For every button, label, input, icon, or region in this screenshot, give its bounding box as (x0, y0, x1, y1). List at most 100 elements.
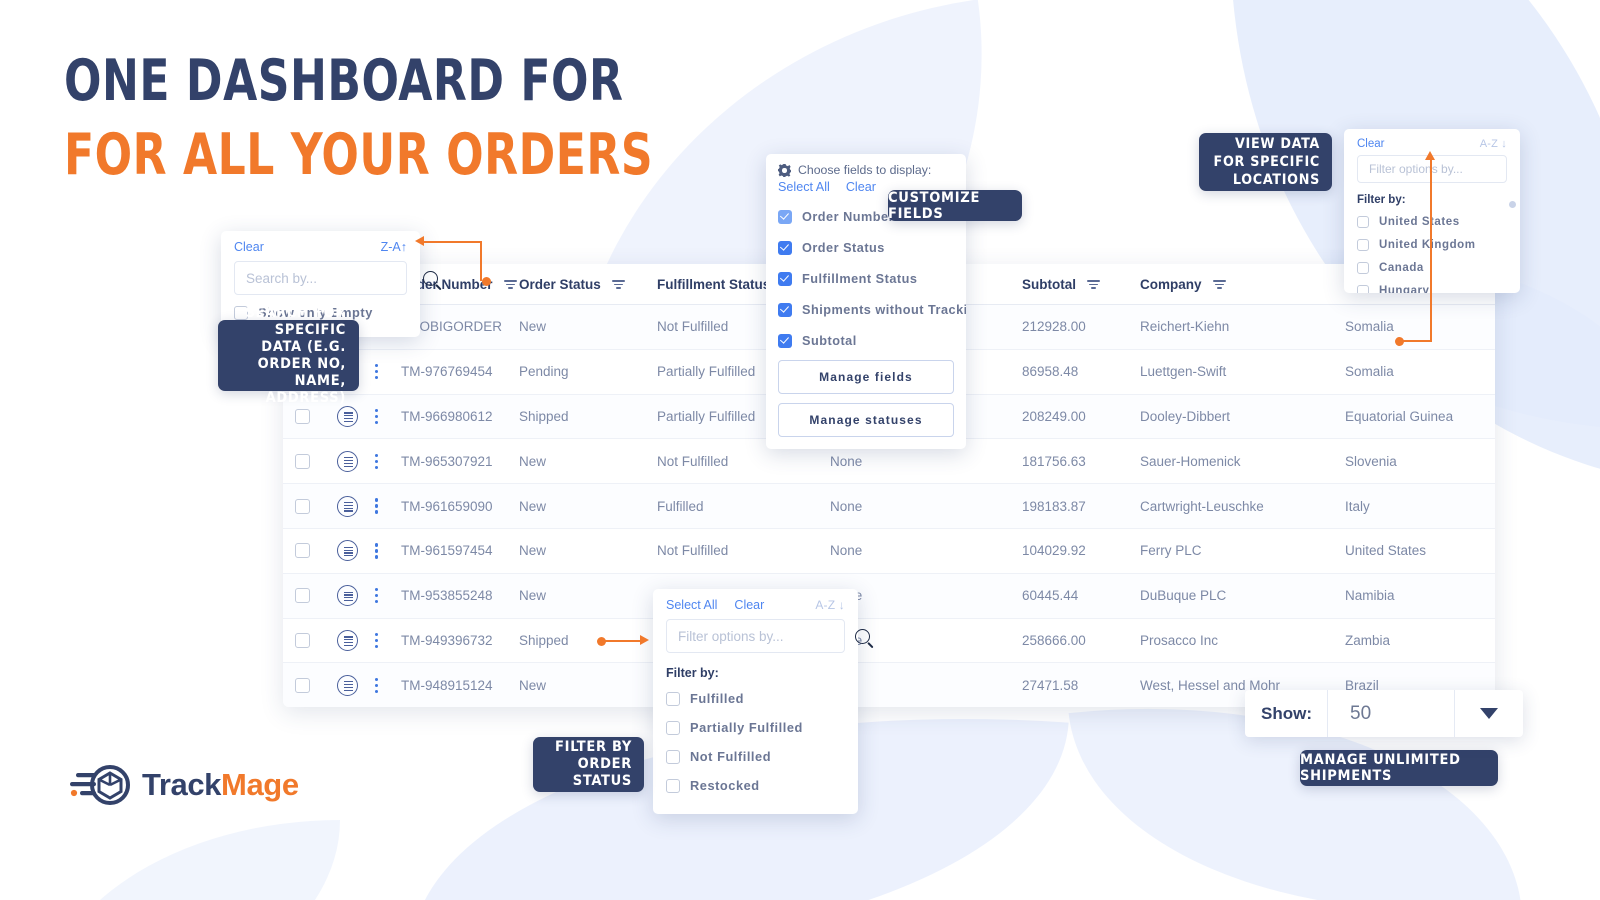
search-icon[interactable] (423, 270, 438, 286)
scrollbar-thumb[interactable] (1509, 201, 1516, 208)
field-checkbox[interactable] (778, 302, 792, 317)
more-options-icon[interactable] (375, 588, 379, 604)
row-document-cell[interactable] (337, 585, 375, 607)
clear-link[interactable]: Clear (734, 598, 764, 612)
row-document-cell[interactable] (337, 450, 375, 472)
filter-option[interactable]: United States (1344, 210, 1520, 233)
field-checkbox[interactable] (778, 240, 792, 255)
filter-option[interactable]: United Kingdom (1344, 233, 1520, 256)
clear-link[interactable]: Clear (234, 240, 264, 254)
row-select-cell[interactable] (295, 632, 337, 648)
row-checkbox[interactable] (295, 677, 310, 693)
sort-toggle[interactable]: A-Z ↓ (1480, 138, 1507, 150)
more-options-icon[interactable] (375, 408, 379, 425)
row-menu-cell[interactable] (375, 543, 401, 559)
fields-option-list[interactable]: Order Number Order Status Fulfillment Stat… (766, 201, 966, 351)
page-size-selector[interactable]: Show: 50 (1245, 690, 1523, 737)
table-row[interactable]: TM-953855248 New None60445.44 DuBuque PLC Na… (283, 573, 1495, 619)
filter-options-input[interactable] (678, 628, 855, 644)
document-icon[interactable] (337, 405, 358, 427)
filter-option[interactable]: Partially Fulfilled (653, 713, 858, 742)
filter-icon[interactable] (611, 279, 625, 289)
more-options-icon[interactable] (375, 498, 379, 514)
filter-option-checkbox[interactable] (666, 749, 680, 764)
field-option[interactable]: Shipments without Tracking (766, 294, 966, 325)
row-document-cell[interactable] (337, 495, 375, 517)
manage-fields-button[interactable]: Manage fields (778, 360, 954, 394)
row-select-cell[interactable] (295, 588, 337, 604)
more-options-icon[interactable] (375, 543, 379, 559)
filter-option-checkbox[interactable] (666, 720, 680, 735)
filter-option[interactable]: Canada (1344, 256, 1520, 279)
location-filter-input[interactable] (1369, 162, 1520, 176)
document-icon[interactable] (337, 495, 358, 517)
filter-icon[interactable] (1087, 279, 1100, 289)
document-icon[interactable] (337, 540, 358, 562)
field-option[interactable]: Order Status (766, 232, 966, 263)
column-header-order-status[interactable]: Order Status (519, 277, 657, 292)
row-select-cell[interactable] (295, 677, 337, 693)
filter-option[interactable]: Restocked (653, 771, 858, 800)
fulfillment-option-list[interactable]: Fulfilled Partially Fulfilled Not Fulfille… (653, 684, 858, 800)
page-size-value[interactable]: 50 (1327, 690, 1455, 737)
column-header-subtotal[interactable]: Subtotal (1022, 277, 1140, 292)
row-checkbox[interactable] (295, 632, 310, 648)
filter-option[interactable]: Not Fulfilled (653, 742, 858, 771)
row-menu-cell[interactable] (375, 453, 401, 469)
more-options-icon[interactable] (375, 453, 379, 469)
location-option-list[interactable]: United States United Kingdom Canada Hungary (1344, 210, 1520, 293)
row-menu-cell[interactable] (375, 364, 401, 380)
row-checkbox[interactable] (295, 498, 310, 514)
select-all-link[interactable]: Select All (778, 180, 830, 194)
filter-option[interactable]: Fulfilled (653, 684, 858, 713)
row-document-cell[interactable] (337, 674, 375, 696)
row-select-cell[interactable] (295, 453, 337, 469)
filter-option[interactable]: Hungary (1344, 279, 1520, 293)
filter-options-input-wrap[interactable] (666, 619, 870, 653)
row-menu-cell[interactable] (375, 632, 401, 649)
row-checkbox[interactable] (295, 588, 310, 604)
field-option[interactable]: Subtotal (766, 325, 966, 351)
field-option[interactable]: Fulfillment Status (766, 263, 966, 294)
row-checkbox[interactable] (295, 453, 310, 469)
row-menu-cell[interactable] (375, 498, 401, 514)
manage-statuses-button[interactable]: Manage statuses (778, 403, 954, 437)
filter-option-checkbox[interactable] (1357, 238, 1369, 251)
clear-link[interactable]: Clear (846, 180, 876, 194)
row-document-cell[interactable] (337, 405, 375, 427)
document-icon[interactable] (337, 585, 358, 607)
table-row[interactable]: TM-961659090 New Fulfilled None 198183.87 Car… (283, 484, 1495, 529)
row-menu-cell[interactable] (375, 408, 401, 425)
chevron-down-icon[interactable] (1455, 690, 1523, 737)
filter-option-checkbox[interactable] (1357, 215, 1369, 228)
clear-link[interactable]: Clear (1357, 138, 1384, 150)
table-row[interactable]: TM-949396732ShippedNone258666.00Prosacco… (283, 618, 1495, 664)
table-row[interactable]: TM-961597454 New Not Fulfilled None 104029.9… (283, 528, 1495, 574)
search-input[interactable] (246, 270, 423, 286)
filter-icon[interactable] (503, 279, 517, 289)
field-checkbox[interactable] (778, 271, 792, 286)
row-document-cell[interactable] (337, 540, 375, 562)
row-checkbox[interactable] (295, 543, 310, 559)
select-all-link[interactable]: Select All (666, 598, 717, 612)
search-input-wrap[interactable] (234, 261, 438, 295)
filter-option-checkbox[interactable] (1357, 261, 1369, 274)
filter-icon[interactable] (1212, 279, 1226, 289)
sort-toggle[interactable]: Z-A↑ (381, 240, 407, 254)
column-header-company[interactable]: Company (1140, 277, 1345, 292)
document-icon[interactable] (337, 629, 358, 651)
sort-toggle[interactable]: A-Z ↓ (815, 598, 845, 612)
more-options-icon[interactable] (375, 632, 379, 649)
field-checkbox[interactable] (778, 209, 792, 224)
row-select-cell[interactable] (295, 408, 337, 424)
row-document-cell[interactable] (337, 629, 375, 651)
fulfillment-status-filter-popup[interactable]: Select All Clear A-Z ↓ Filter by: Fulfil… (653, 589, 870, 814)
document-icon[interactable] (337, 674, 358, 696)
row-menu-cell[interactable] (375, 677, 401, 693)
more-options-icon[interactable] (375, 677, 379, 693)
row-checkbox[interactable] (295, 408, 310, 424)
field-checkbox[interactable] (778, 333, 792, 348)
more-options-icon[interactable] (375, 364, 379, 380)
filter-option-checkbox[interactable] (666, 691, 680, 706)
row-select-cell[interactable] (295, 543, 337, 559)
